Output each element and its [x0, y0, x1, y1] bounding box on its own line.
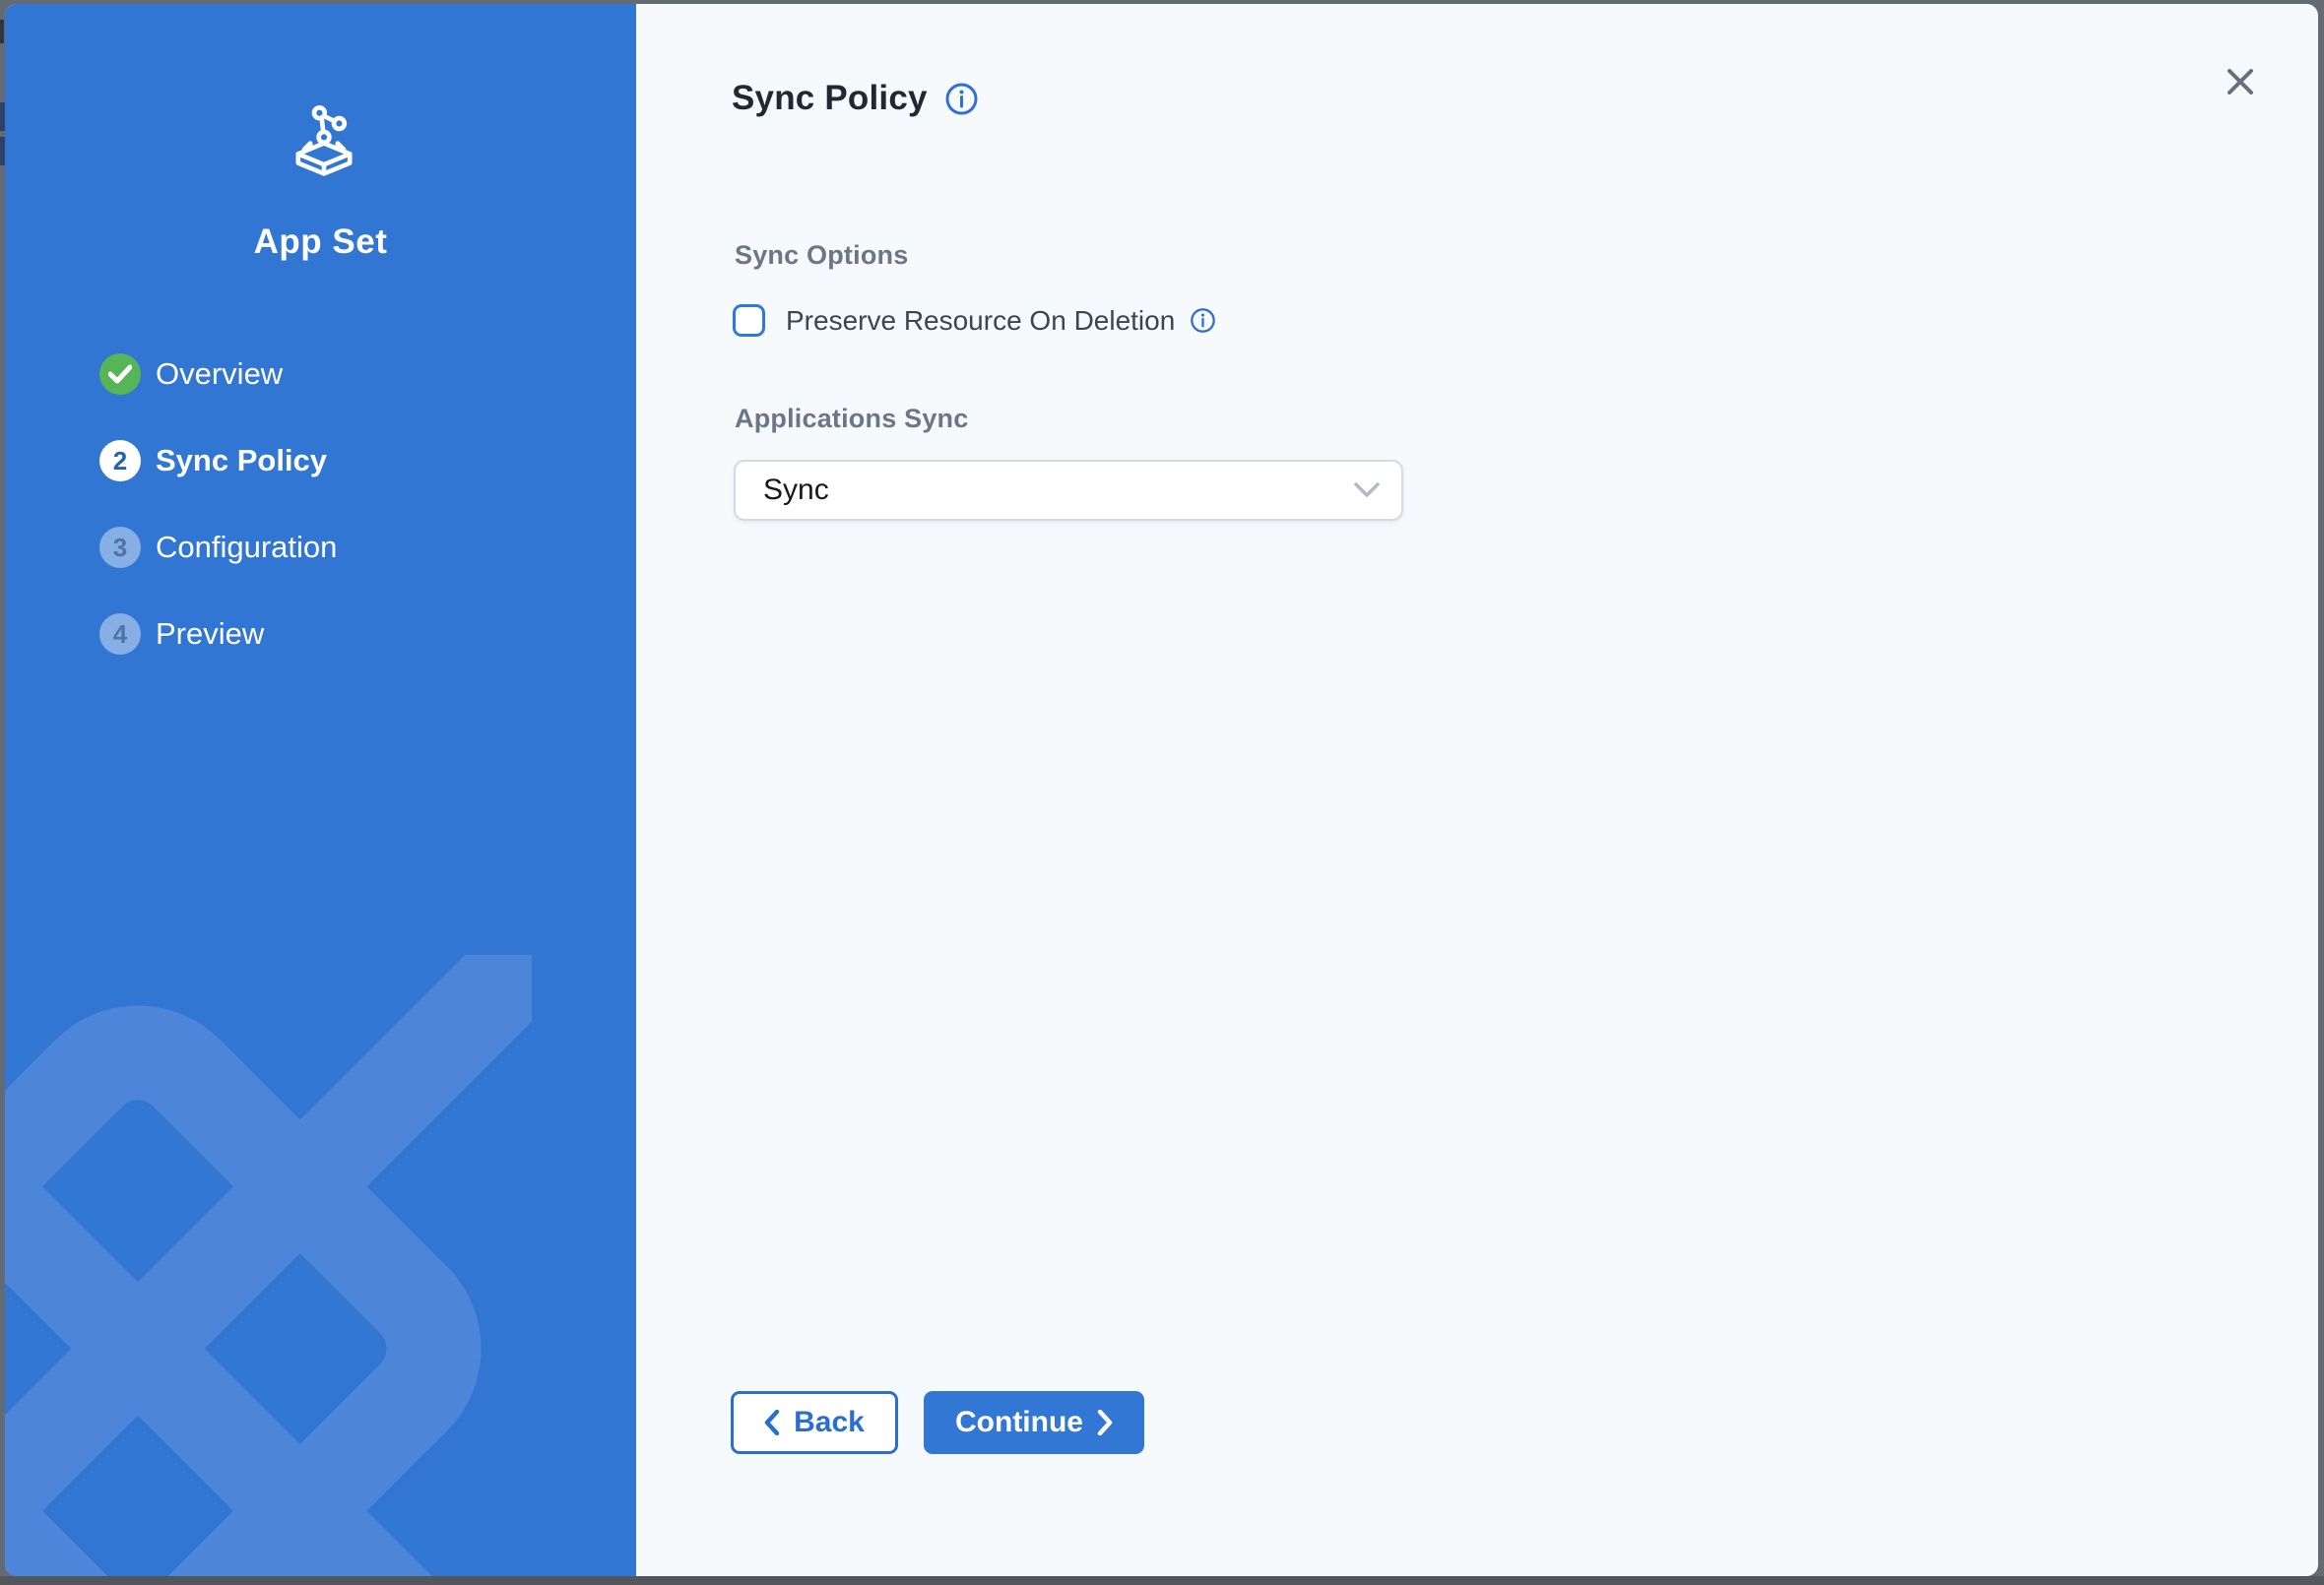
page-title-row: Sync Policy: [732, 79, 979, 118]
page-title: Sync Policy: [732, 79, 928, 118]
chevron-down-icon: [1354, 482, 1380, 498]
step-overview[interactable]: Overview: [99, 353, 337, 395]
step-label: Preview: [156, 616, 264, 652]
step-label: Sync Policy: [156, 443, 327, 478]
wizard-footer: Back Continue: [731, 1391, 1144, 1454]
wizard-steps: Overview 2 Sync Policy 3 Configuration 4…: [99, 353, 337, 700]
close-icon[interactable]: [2222, 63, 2259, 100]
chevron-left-icon: [764, 1410, 780, 1435]
step-preview[interactable]: 4 Preview: [99, 613, 337, 655]
wizard-title: App Set: [5, 222, 636, 262]
step-label: Configuration: [156, 530, 337, 565]
watermark-logo: [5, 955, 532, 1576]
wizard-main-panel: Sync Policy Sync Options Preserve Resour…: [636, 4, 2318, 1576]
applications-sync-select[interactable]: Sync: [734, 460, 1403, 521]
applications-sync-label: Applications Sync: [735, 404, 968, 434]
back-button-label: Back: [794, 1406, 865, 1439]
chevron-right-icon: [1097, 1410, 1113, 1435]
backdrop-text-fragment: [0, 20, 4, 43]
step-number: 3: [99, 527, 141, 568]
info-icon[interactable]: [944, 82, 979, 116]
app-set-wizard-modal: App Set Overview 2 Sync Policy 3 Configu…: [5, 4, 2318, 1576]
preserve-resource-row: Preserve Resource On Deletion: [733, 304, 1216, 337]
step-completed-circle: [99, 353, 141, 395]
preserve-resource-checkbox[interactable]: [733, 304, 765, 337]
step-sync-policy[interactable]: 2 Sync Policy: [99, 440, 337, 481]
wizard-sidebar: App Set Overview 2 Sync Policy 3 Configu…: [5, 4, 636, 1576]
step-label: Overview: [156, 356, 283, 392]
sync-options-label: Sync Options: [735, 240, 908, 271]
preserve-resource-label: Preserve Resource On Deletion: [786, 305, 1175, 337]
appset-git-box-icon: [288, 102, 360, 181]
step-number: 2: [99, 440, 141, 481]
continue-button[interactable]: Continue: [924, 1391, 1144, 1454]
continue-button-label: Continue: [955, 1406, 1083, 1439]
step-configuration[interactable]: 3 Configuration: [99, 527, 337, 568]
info-icon[interactable]: [1190, 307, 1216, 334]
backdrop-bottom-strip: [0, 1576, 2324, 1585]
applications-sync-select-value: Sync: [763, 474, 1354, 507]
back-button[interactable]: Back: [731, 1391, 898, 1454]
step-number: 4: [99, 613, 141, 655]
check-icon: [108, 364, 132, 384]
